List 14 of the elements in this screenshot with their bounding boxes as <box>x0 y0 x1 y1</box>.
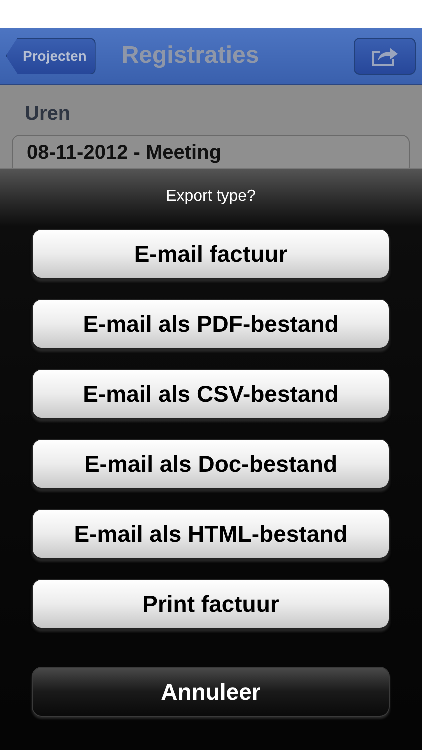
export-option-button[interactable]: E-mail als PDF-bestand <box>32 299 390 349</box>
share-button[interactable] <box>354 38 416 74</box>
screen-title: Registraties <box>122 41 260 71</box>
entry-row[interactable]: 08-11-2012 - Meeting <box>12 135 410 168</box>
cancel-button[interactable]: Annuleer <box>32 667 390 717</box>
export-option-button[interactable]: E-mail als Doc-bestand <box>32 439 390 489</box>
export-option-button[interactable]: E-mail als CSV-bestand <box>32 369 390 419</box>
share-icon <box>370 45 400 67</box>
back-button[interactable]: Projecten <box>6 38 96 74</box>
action-sheet-title: Export type? <box>166 187 256 207</box>
export-option-button[interactable]: E-mail als HTML-bestand <box>32 509 390 559</box>
section-header: Uren <box>25 102 72 127</box>
export-option-button[interactable]: Print factuur <box>32 579 390 629</box>
export-option-button[interactable]: E-mail factuur <box>32 229 390 279</box>
